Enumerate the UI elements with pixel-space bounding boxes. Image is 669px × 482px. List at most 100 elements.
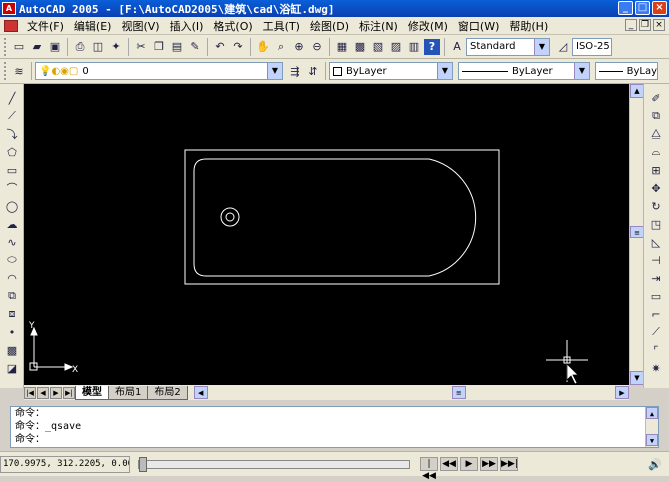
menu-format[interactable]: 格式(O) [208, 18, 257, 34]
extend-icon[interactable]: ⇥ [648, 270, 664, 286]
bathtub-inner-outline[interactable] [193, 158, 477, 277]
layer-previous-icon[interactable]: ⇵ [305, 63, 321, 79]
tab-first-icon[interactable]: |◀ [24, 386, 36, 399]
rotate-icon[interactable]: ↻ [648, 198, 664, 214]
chevron-down-icon[interactable]: ▼ [534, 38, 549, 55]
scroll-up-icon[interactable]: ▲ [646, 407, 658, 419]
text-style-icon[interactable]: A [449, 39, 465, 55]
break-at-point-icon[interactable]: ▭ [648, 288, 664, 304]
insert-block-icon[interactable]: ⧉ [4, 288, 20, 304]
menu-window[interactable]: 窗口(W) [453, 18, 504, 34]
polyline-icon[interactable]: ⤵ [4, 126, 20, 142]
cut-icon[interactable]: ✂ [133, 39, 149, 55]
redo-icon[interactable]: ↷ [230, 39, 246, 55]
trim-icon[interactable]: ⊣ [648, 252, 664, 268]
stretch-icon[interactable]: ◺ [648, 234, 664, 250]
rectangle-icon[interactable]: ▭ [4, 162, 20, 178]
close-button[interactable]: × [652, 1, 667, 15]
explode-icon[interactable]: ✷ [648, 360, 664, 376]
rewind-button[interactable]: ◀◀ [440, 457, 458, 471]
horizontal-scrollbar[interactable]: ◀ ≡ ▶ [193, 386, 629, 399]
menu-view[interactable]: 视图(V) [116, 18, 164, 34]
command-window[interactable]: 命令： 命令：_qsave 命令： ▲ ▼ [10, 406, 659, 448]
tab-prev-icon[interactable]: ◀ [37, 386, 49, 399]
h-scroll-thumb[interactable]: ≡ [451, 386, 466, 399]
tab-last-icon[interactable]: ▶| [63, 386, 75, 399]
scroll-thumb[interactable]: ≡ [630, 226, 644, 238]
arc-icon[interactable]: ⌒ [4, 180, 20, 196]
mirror-icon[interactable]: ⧋ [648, 126, 664, 142]
doc-close-button[interactable]: × [653, 19, 665, 31]
zoom-previous-icon[interactable]: ⊖ [309, 39, 325, 55]
doc-restore-button[interactable]: ❐ [639, 19, 651, 31]
document-icon[interactable] [4, 19, 18, 32]
drawing-canvas[interactable]: Y X [24, 84, 629, 385]
help-icon[interactable]: ? [424, 38, 440, 55]
fillet-icon[interactable]: ⌜ [648, 342, 664, 358]
linetype-select[interactable]: ByLayer ▼ [458, 62, 590, 80]
zoom-realtime-icon[interactable]: ⌕ [273, 39, 289, 55]
line-icon[interactable]: ╱ [4, 90, 20, 106]
scroll-down-icon[interactable]: ▼ [630, 371, 644, 385]
point-icon[interactable]: • [4, 324, 20, 340]
sheet-set-icon[interactable]: ▨ [388, 39, 404, 55]
menu-edit[interactable]: 编辑(E) [69, 18, 117, 34]
tab-layout1[interactable]: 布局1 [108, 385, 149, 400]
scroll-down-icon[interactable]: ▼ [646, 434, 658, 446]
spline-icon[interactable]: ∿ [4, 234, 20, 250]
menu-modify[interactable]: 修改(M) [403, 18, 453, 34]
menu-help[interactable]: 帮助(H) [504, 18, 553, 34]
layer-manager-icon[interactable]: ≋ [11, 63, 27, 79]
break-icon[interactable]: ⌐ [648, 306, 664, 322]
zoom-window-icon[interactable]: ⊕ [291, 39, 307, 55]
print-icon[interactable]: ⎙ [72, 39, 88, 55]
play-button[interactable]: ▶ [460, 457, 478, 471]
new-icon[interactable]: ▭ [11, 39, 27, 55]
menu-dimension[interactable]: 标注(N) [354, 18, 403, 34]
skip-end-button[interactable]: ▶▶| [500, 457, 518, 471]
toolbar-grip[interactable] [4, 62, 7, 80]
scale-icon[interactable]: ◳ [648, 216, 664, 232]
chevron-down-icon[interactable]: ▼ [574, 63, 589, 79]
lineweight-select[interactable]: ByLay [595, 62, 658, 80]
match-properties-icon[interactable]: ✎ [187, 39, 203, 55]
coordinate-readout[interactable]: 170.9975, 312.2205, 0.000 [0, 455, 130, 473]
chevron-down-icon[interactable]: ▼ [267, 63, 282, 79]
tool-palettes-icon[interactable]: ▧ [370, 39, 386, 55]
ellipse-arc-icon[interactable]: ◠ [4, 270, 20, 286]
menu-file[interactable]: 文件(F) [22, 18, 69, 34]
menu-tools[interactable]: 工具(T) [258, 18, 305, 34]
make-block-icon[interactable]: ⧈ [4, 306, 20, 322]
erase-icon[interactable]: ✐ [648, 90, 664, 106]
color-select[interactable]: ByLayer ▼ [329, 62, 453, 80]
layer-select[interactable]: 💡◐◉▢ 0 ▼ [35, 62, 283, 80]
markup-icon[interactable]: ▥ [406, 39, 422, 55]
pan-icon[interactable]: ✋ [255, 39, 271, 55]
offset-icon[interactable]: ⌓ [648, 144, 664, 160]
tab-model[interactable]: 模型 [75, 385, 109, 400]
save-icon[interactable]: ▣ [47, 39, 63, 55]
command-prompt[interactable]: 命令： [15, 433, 658, 446]
slider-knob[interactable] [139, 456, 147, 472]
volume-icon[interactable]: 🔊 [647, 456, 663, 472]
toolbar-grip[interactable] [4, 37, 7, 56]
move-icon[interactable]: ✥ [648, 180, 664, 196]
playback-slider[interactable] [138, 456, 410, 472]
properties-icon[interactable]: ▦ [334, 39, 350, 55]
vertical-scrollbar[interactable]: ▲ ≡ ▼ [629, 84, 644, 385]
doc-minimize-button[interactable]: _ [625, 19, 637, 31]
drain-outer-circle[interactable] [220, 207, 240, 227]
skip-start-button[interactable]: |◀◀ [420, 457, 438, 481]
open-icon[interactable]: ▰ [29, 39, 45, 55]
revision-cloud-icon[interactable]: ☁ [4, 216, 20, 232]
dim-style-icon[interactable]: ◿ [555, 39, 571, 55]
menu-draw[interactable]: 绘图(D) [305, 18, 354, 34]
chamfer-icon[interactable]: ⟋ [648, 324, 664, 340]
hatch-icon[interactable]: ▩ [4, 342, 20, 358]
array-icon[interactable]: ⊞ [648, 162, 664, 178]
construction-line-icon[interactable]: ⟋ [4, 108, 20, 124]
command-scrollbar[interactable]: ▲ ▼ [645, 407, 658, 447]
make-current-layer-icon[interactable]: ⇶ [287, 63, 303, 79]
chevron-down-icon[interactable]: ▼ [437, 63, 452, 79]
paste-icon[interactable]: ▤ [169, 39, 185, 55]
